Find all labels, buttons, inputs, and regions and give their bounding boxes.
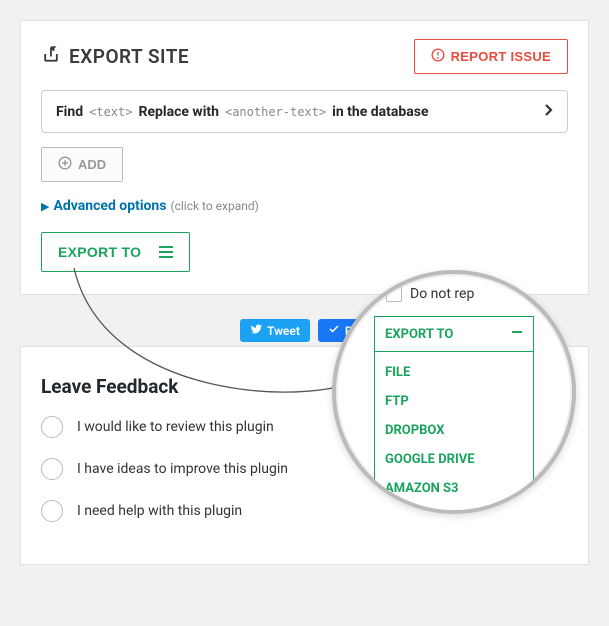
advanced-options-toggle[interactable]: ▶ Advanced options (click to expand) <box>41 198 568 214</box>
find-replace-row[interactable]: Find <text> Replace with <another-text> … <box>41 90 568 133</box>
submenu-item-dropbox[interactable]: DROPBOX <box>375 416 533 445</box>
submenu-item-amazon-s3[interactable]: AMAZON S3 <box>375 474 533 503</box>
find-label: Find <box>56 104 83 120</box>
plus-circle-icon <box>58 156 72 173</box>
report-issue-label: REPORT ISSUE <box>451 49 551 64</box>
export-to-button[interactable]: EXPORT TO <box>41 232 190 272</box>
export-to-label: EXPORT TO <box>58 244 141 260</box>
minus-icon <box>511 326 523 342</box>
export-to-submenu: EXPORT TO FILE FTP DROPBOX GOOGLE DRIVE … <box>374 316 534 514</box>
replace-placeholder: <another-text> <box>225 105 326 119</box>
share-icon <box>41 44 61 69</box>
export-to-submenu-title: EXPORT TO <box>385 327 453 342</box>
tweet-label: Tweet <box>267 324 300 338</box>
caret-right-icon: ▶ <box>41 200 49 213</box>
advanced-options-hint: (click to expand) <box>170 199 258 213</box>
feedback-option-label: I need help with this plugin <box>77 503 242 519</box>
feedback-option-label: I have ideas to improve this plugin <box>77 461 288 477</box>
export-site-panel: EXPORT SITE REPORT ISSUE Find <text> Rep… <box>20 20 589 295</box>
chevron-right-icon <box>543 102 553 121</box>
add-button-label: ADD <box>78 157 106 172</box>
replace-label: Replace with <box>138 104 219 120</box>
panel-title-text: EXPORT SITE <box>69 45 189 68</box>
magnifier-overlay: Do not rep EXPORT TO FILE FTP DROPBOX GO… <box>332 270 576 514</box>
radio-icon <box>41 416 63 438</box>
tweet-button[interactable]: Tweet <box>240 319 310 342</box>
check-icon <box>328 323 340 338</box>
submenu-item-google-drive[interactable]: GOOGLE DRIVE <box>375 445 533 474</box>
do-not-replace-label: Do not rep <box>410 286 474 302</box>
export-to-submenu-items: FILE FTP DROPBOX GOOGLE DRIVE AMAZON S3 … <box>375 352 533 514</box>
menu-icon <box>159 246 173 258</box>
twitter-icon <box>250 323 262 338</box>
alert-icon <box>431 48 445 65</box>
advanced-options-label: Advanced options <box>53 198 166 214</box>
feedback-option-label: I would like to review this plugin <box>77 419 274 435</box>
report-issue-button[interactable]: REPORT ISSUE <box>414 39 568 74</box>
submenu-item-ftp[interactable]: FTP <box>375 387 533 416</box>
checkbox-icon <box>386 286 402 302</box>
panel-title: EXPORT SITE <box>41 44 189 69</box>
submenu-item-file[interactable]: FILE <box>375 358 533 387</box>
add-button[interactable]: ADD <box>41 147 123 182</box>
radio-icon <box>41 500 63 522</box>
export-to-submenu-header[interactable]: EXPORT TO <box>375 317 533 352</box>
find-replace-text: Find <text> Replace with <another-text> … <box>56 104 429 120</box>
find-replace-suffix: in the database <box>332 104 428 120</box>
panel-header: EXPORT SITE REPORT ISSUE <box>41 39 568 74</box>
radio-icon <box>41 458 63 480</box>
find-placeholder: <text> <box>89 105 132 119</box>
